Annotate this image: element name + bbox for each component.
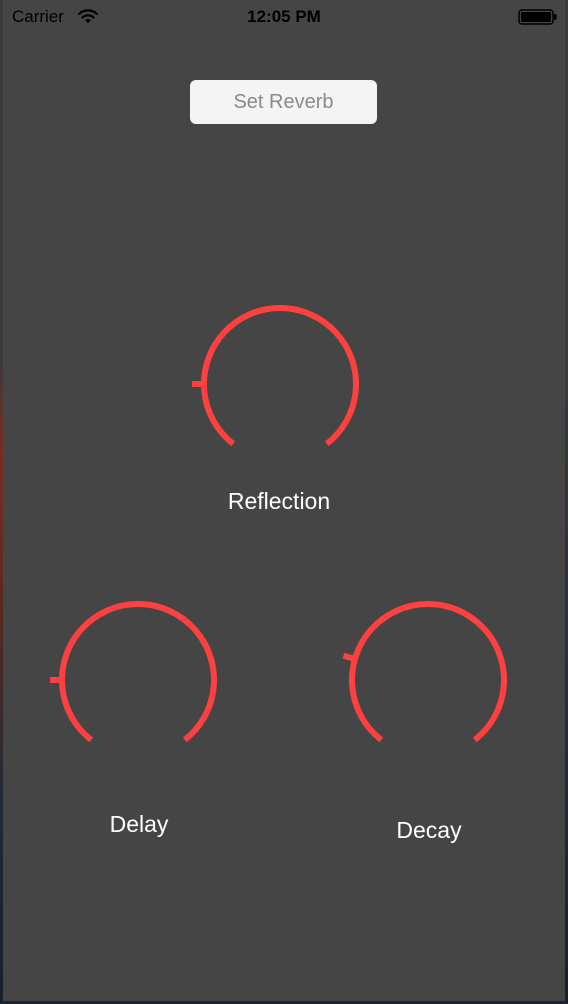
left-edge xyxy=(0,0,3,1004)
status-bar: Carrier 12:05 PM xyxy=(0,0,568,34)
delay-knob[interactable] xyxy=(40,595,230,765)
delay-knob-arc xyxy=(59,601,217,743)
battery-icon xyxy=(518,9,557,25)
reflection-knob-arc xyxy=(201,305,359,447)
reflection-label: Reflection xyxy=(227,488,331,514)
delay-label: Delay xyxy=(109,811,169,837)
clock: 12:05 PM xyxy=(247,7,321,26)
decay-knob-indicator xyxy=(342,652,358,663)
decay-knob-arc xyxy=(349,601,507,743)
set-reverb-button[interactable]: Set Reverb xyxy=(190,80,377,124)
app-screen: Carrier 12:05 PM Set Reverb Reflection D… xyxy=(0,0,568,1004)
decay-label: Decay xyxy=(396,817,462,843)
reflection-knob[interactable] xyxy=(180,300,370,470)
decay-knob[interactable] xyxy=(330,595,520,765)
